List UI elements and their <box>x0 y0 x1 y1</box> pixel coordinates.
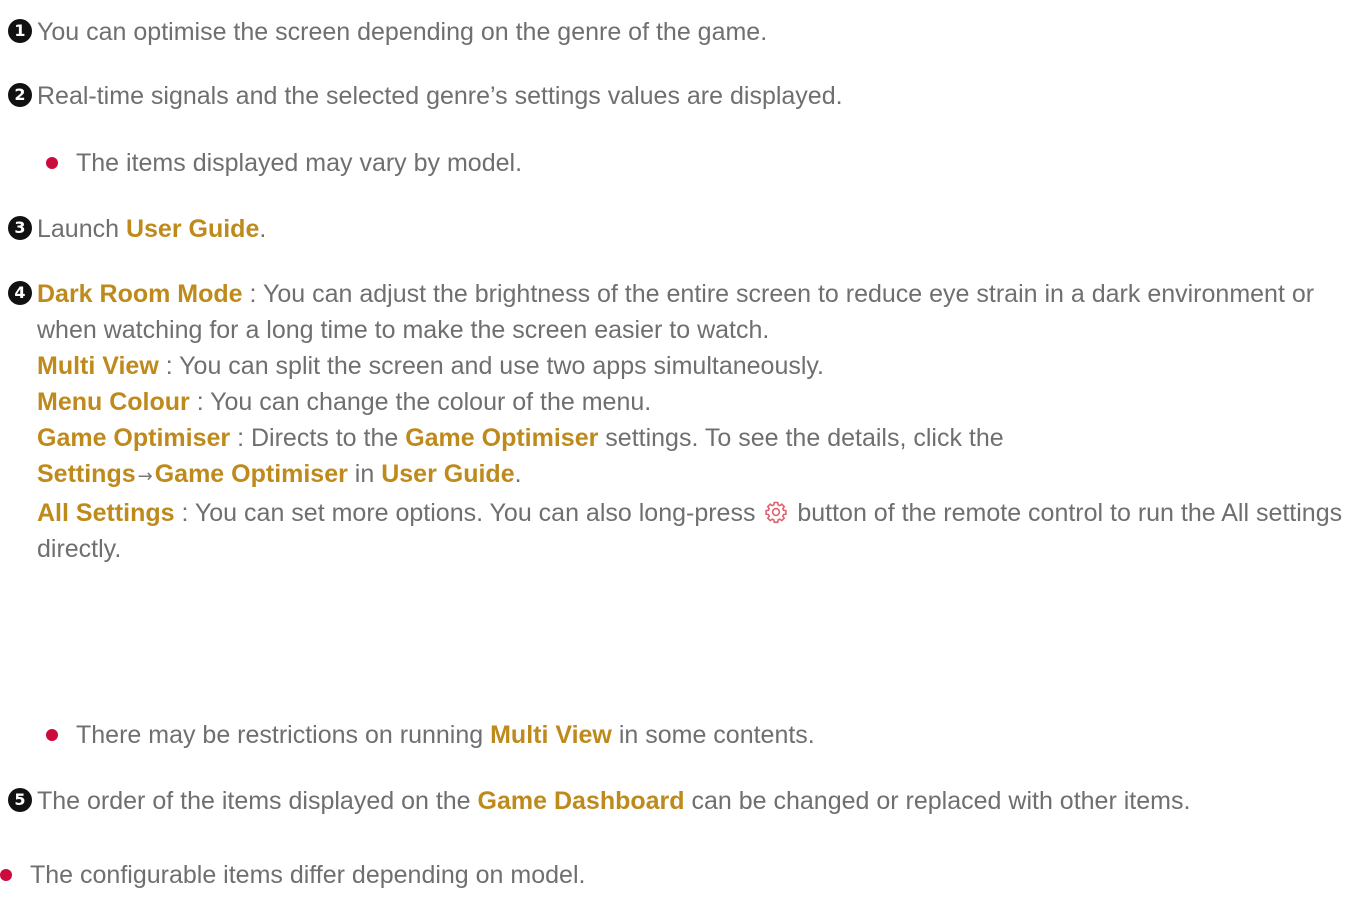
bullet-dot-icon <box>0 869 12 881</box>
list-item-4: 4 Dark Room Mode : You can adjust the br… <box>8 276 1353 567</box>
footer-note: The configurable items differ depending … <box>0 857 585 893</box>
item-2-note-text: The items displayed may vary by model. <box>76 149 523 177</box>
number-3-icon: 3 <box>8 216 32 240</box>
item-4-body: Dark Room Mode : You can adjust the brig… <box>37 276 1353 567</box>
multi-view-label: Multi View <box>37 352 159 380</box>
number-4-icon: 4 <box>8 281 32 305</box>
settings-gear-icon <box>765 501 788 524</box>
item-4-note: There may be restrictions on running Mul… <box>46 717 815 753</box>
item-2-note: The items displayed may vary by model. <box>46 145 522 181</box>
list-item-2: 2 Real-time signals and the selected gen… <box>8 78 1353 114</box>
item-4-note-text: There may be restrictions on running Mul… <box>76 721 815 749</box>
item-1-text: You can optimise the screen depending on… <box>37 18 768 46</box>
multi-view-note-label: Multi View <box>490 721 612 749</box>
arrow-right-icon: → <box>137 466 153 487</box>
all-settings-label: All Settings <box>37 499 175 527</box>
footer-note-text: The configurable items differ depending … <box>30 861 586 889</box>
game-dashboard-label: Game Dashboard <box>477 787 685 815</box>
bullet-dot-icon <box>46 157 58 169</box>
list-item-5: 5 The order of the items displayed on th… <box>8 783 1353 819</box>
game-optimiser-link[interactable]: Game Optimiser <box>405 424 598 452</box>
menu-colour-entry: Menu Colour : You can change the colour … <box>37 388 652 416</box>
item-3-text: Launch User Guide. <box>37 215 267 243</box>
list-item-3: 3 Launch User Guide. <box>8 211 1353 247</box>
game-optimiser-path-link[interactable]: Game Optimiser <box>155 460 348 488</box>
number-5-icon: 5 <box>8 788 32 812</box>
game-optimiser-label: Game Optimiser <box>37 424 231 452</box>
bullet-dot-icon <box>46 729 58 741</box>
user-guide-link[interactable]: User Guide <box>126 215 259 243</box>
item-2-text: Real-time signals and the selected genre… <box>37 82 843 110</box>
multi-view-entry: Multi View : You can split the screen an… <box>37 352 825 380</box>
all-settings-entry: All Settings : You can set more options.… <box>37 499 1343 563</box>
game-optimiser-entry: Game Optimiser : Directs to the Game Opt… <box>37 424 1004 488</box>
user-guide-link-2[interactable]: User Guide <box>381 460 514 488</box>
list-item-1: 1 You can optimise the screen depending … <box>8 14 1353 50</box>
item-5-text: The order of the items displayed on the … <box>37 787 1191 815</box>
number-2-icon: 2 <box>8 83 32 107</box>
dark-room-mode-entry: Dark Room Mode : You can adjust the brig… <box>37 280 1315 344</box>
settings-link[interactable]: Settings <box>37 460 136 488</box>
menu-colour-label: Menu Colour <box>37 388 190 416</box>
number-1-icon: 1 <box>8 19 32 43</box>
dark-room-mode-label: Dark Room Mode <box>37 280 243 308</box>
